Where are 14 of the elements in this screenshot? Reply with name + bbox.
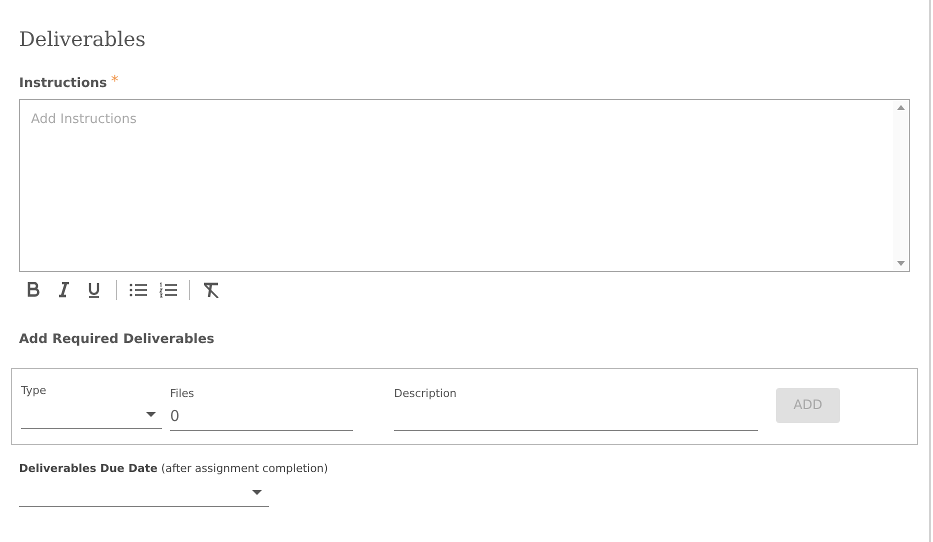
field-label: Deliverables Due Date (after assignment completion) bbox=[19, 461, 328, 477]
required-mark: * bbox=[111, 74, 119, 89]
field-label: Description bbox=[394, 386, 457, 402]
instructions-field[interactable]: Add Instructions bbox=[19, 99, 910, 272]
caret-icon bbox=[252, 490, 262, 494]
scroll-up-icon[interactable] bbox=[897, 105, 905, 110]
field-label: Files bbox=[170, 386, 194, 402]
scroll-down-icon[interactable] bbox=[897, 261, 905, 266]
section-heading: Add Required Deliverables bbox=[19, 331, 214, 349]
files-field[interactable]: 0 bbox=[170, 402, 353, 431]
field-label: Type bbox=[21, 383, 46, 399]
field-label: Instructions bbox=[19, 75, 108, 93]
section-title: Deliverables bbox=[19, 26, 146, 53]
caret-icon bbox=[146, 412, 156, 416]
